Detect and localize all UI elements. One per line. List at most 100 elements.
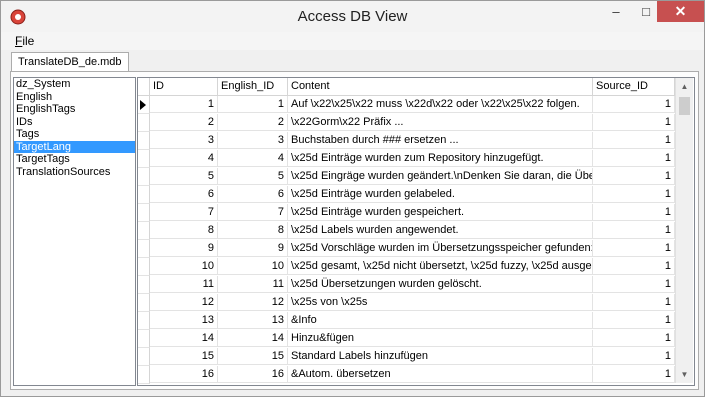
table-cell[interactable]: 14 [218, 330, 288, 347]
table-cell[interactable]: 1 [593, 96, 675, 113]
table-cell[interactable]: 9 [218, 240, 288, 257]
table-row[interactable]: 13 13 &Info 1 [138, 312, 675, 330]
table-cell[interactable]: 12 [150, 294, 218, 311]
table-cell[interactable]: 13 [218, 312, 288, 329]
table-cell[interactable]: 1 [593, 330, 675, 347]
row-selector[interactable] [138, 150, 150, 168]
table-cell[interactable]: \x22Gorm\x22 Präfix ... [288, 114, 593, 131]
row-selector[interactable] [138, 114, 150, 132]
table-row[interactable]: 7 7 \x25d Einträge wurden gespeichert. 1 [138, 204, 675, 222]
close-button[interactable]: ✕ [657, 1, 704, 22]
column-header[interactable]: Source_ID [593, 78, 675, 96]
table-row[interactable]: 1 1 Auf \x22\x25\x22 muss \x22d\x22 oder \… [138, 96, 675, 114]
table-cell[interactable]: Buchstaben durch ### ersetzen ... [288, 132, 593, 149]
row-selector[interactable] [138, 96, 150, 114]
table-cell[interactable]: Hinzu&fügen [288, 330, 593, 347]
row-selector[interactable] [138, 348, 150, 366]
table-cell[interactable]: 1 [593, 348, 675, 365]
table-cell[interactable]: 1 [150, 96, 218, 113]
table-cell[interactable]: 16 [218, 366, 288, 383]
table-cell[interactable]: &Info [288, 312, 593, 329]
row-selector[interactable] [138, 258, 150, 276]
row-selector[interactable] [138, 312, 150, 330]
table-cell[interactable]: 10 [218, 258, 288, 275]
table-cell[interactable]: 2 [218, 114, 288, 131]
table-cell[interactable]: 1 [593, 276, 675, 293]
table-row[interactable]: 9 9 \x25d Vorschläge wurden im Übersetzung… [138, 240, 675, 258]
minimize-button[interactable]: – [601, 1, 631, 22]
row-selector[interactable] [138, 294, 150, 312]
scroll-down-button[interactable]: ▼ [676, 366, 693, 383]
table-list-item[interactable]: TranslationSources [14, 166, 135, 179]
menu-file[interactable]: File [15, 34, 34, 48]
table-cell[interactable]: 10 [150, 258, 218, 275]
table-cell[interactable]: 9 [150, 240, 218, 257]
table-cell[interactable]: 1 [593, 186, 675, 203]
table-cell[interactable]: 8 [218, 222, 288, 239]
table-list-item[interactable]: EnglishTags [14, 103, 135, 116]
row-selector[interactable] [138, 204, 150, 222]
table-cell[interactable]: \x25d Übersetzungen wurden gelöscht. [288, 276, 593, 293]
row-selector[interactable] [138, 168, 150, 186]
table-cell[interactable]: 11 [150, 276, 218, 293]
table-cell[interactable]: 6 [218, 186, 288, 203]
table-row[interactable]: 11 11 \x25d Übersetzungen wurden gelöscht.… [138, 276, 675, 294]
table-row[interactable]: 12 12 \x25s von \x25s 1 [138, 294, 675, 312]
column-header[interactable]: ID [150, 78, 218, 96]
table-cell[interactable]: \x25d Labels wurden angewendet. [288, 222, 593, 239]
tab-database-file[interactable]: TranslateDB_de.mdb [11, 52, 129, 72]
row-selector[interactable] [138, 222, 150, 240]
table-cell[interactable]: \x25d Einträge wurden gelabeled. [288, 186, 593, 203]
table-cell[interactable]: 16 [150, 366, 218, 383]
row-selector[interactable] [138, 366, 150, 384]
table-row[interactable]: 5 5 \x25d Eingräge wurden geändert.\nDenke… [138, 168, 675, 186]
table-cell[interactable]: 1 [593, 204, 675, 221]
vertical-scrollbar[interactable]: ▲ ▼ [675, 78, 693, 383]
table-list-item[interactable]: IDs [14, 116, 135, 129]
table-cell[interactable]: 5 [150, 168, 218, 185]
table-list-item[interactable]: TargetLang [14, 140, 135, 153]
table-cell[interactable]: 3 [150, 132, 218, 149]
table-cell[interactable]: 1 [593, 114, 675, 131]
title-bar[interactable]: Access DB View – □ ✕ [1, 1, 704, 32]
scroll-up-button[interactable]: ▲ [676, 78, 693, 95]
table-cell[interactable]: 1 [593, 168, 675, 185]
table-cell[interactable]: 7 [218, 204, 288, 221]
table-cell[interactable]: 1 [593, 366, 675, 383]
table-row[interactable]: 10 10 \x25d gesamt, \x25d nicht übersetzt,… [138, 258, 675, 276]
table-cell[interactable]: \x25s von \x25s [288, 294, 593, 311]
table-row[interactable]: 14 14 Hinzu&fügen 1 [138, 330, 675, 348]
table-cell[interactable]: 1 [593, 222, 675, 239]
table-cell[interactable]: 4 [218, 150, 288, 167]
row-selector[interactable] [138, 186, 150, 204]
table-cell[interactable]: Standard Labels hinzufügen [288, 348, 593, 365]
table-cell[interactable]: 1 [593, 258, 675, 275]
table-cell[interactable]: 1 [593, 132, 675, 149]
table-cell[interactable]: 5 [218, 168, 288, 185]
table-cell[interactable]: 7 [150, 204, 218, 221]
table-row[interactable]: 2 2 \x22Gorm\x22 Präfix ... 1 [138, 114, 675, 132]
column-header[interactable]: English_ID [218, 78, 288, 96]
table-cell[interactable]: 11 [218, 276, 288, 293]
row-selector[interactable] [138, 276, 150, 294]
table-cell[interactable]: 1 [593, 294, 675, 311]
table-cell[interactable]: 6 [150, 186, 218, 203]
data-grid[interactable]: ID English_ID Content Source_ID 1 1 Auf \x22\… [137, 77, 695, 386]
table-cell[interactable]: 1 [593, 312, 675, 329]
table-cell[interactable]: \x25d Einträge wurden zum Repository hin… [288, 150, 593, 167]
table-list-item[interactable]: Tags [14, 128, 135, 141]
table-cell[interactable]: 12 [218, 294, 288, 311]
scroll-thumb[interactable] [679, 97, 690, 115]
table-row[interactable]: 4 4 \x25d Einträge wurden zum Repository h… [138, 150, 675, 168]
table-cell[interactable]: 3 [218, 132, 288, 149]
row-selector[interactable] [138, 240, 150, 258]
table-list-item[interactable]: TargetTags [14, 153, 135, 166]
table-cell[interactable]: Auf \x22\x25\x22 muss \x22d\x22 oder \x2… [288, 96, 593, 113]
table-cell[interactable]: \x25d gesamt, \x25d nicht übersetzt, \x2… [288, 258, 593, 275]
table-cell[interactable]: \x25d Einträge wurden gespeichert. [288, 204, 593, 221]
table-cell[interactable]: 1 [218, 96, 288, 113]
table-cell[interactable]: \x25d Eingräge wurden geändert.\nDenken … [288, 168, 593, 185]
table-cell[interactable]: 1 [593, 150, 675, 167]
table-cell[interactable]: \x25d Vorschläge wurden im Übersetzungss… [288, 240, 593, 257]
table-cell[interactable]: 2 [150, 114, 218, 131]
